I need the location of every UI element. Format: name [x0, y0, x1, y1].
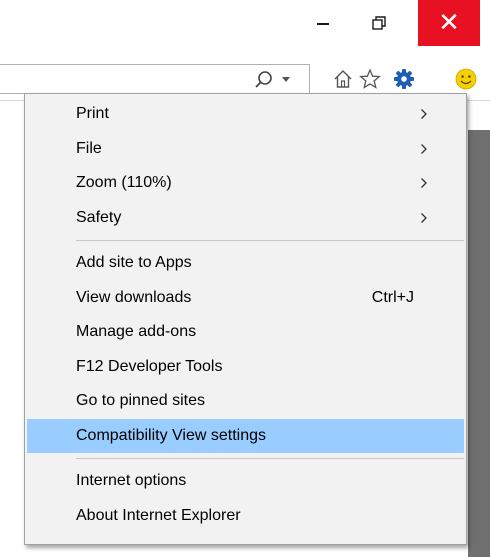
menu-item-file[interactable]: File: [25, 132, 466, 167]
search-dropdown-arrow-icon[interactable]: [282, 77, 290, 82]
minimize-button[interactable]: [295, 0, 351, 46]
home-button[interactable]: [332, 64, 354, 94]
chevron-right-icon: [421, 143, 427, 154]
menu-item-about-internet-explorer[interactable]: About Internet Explorer: [25, 499, 466, 534]
menu-item-developer-tools[interactable]: F12 Developer Tools: [25, 350, 466, 385]
menu-item-label: Zoom (110%): [76, 174, 172, 192]
chevron-right-icon: [421, 178, 427, 189]
close-icon: ✕: [438, 8, 460, 38]
chevron-right-icon: [421, 109, 427, 120]
menu-separator: [76, 458, 464, 459]
menu-item-label: File: [76, 139, 102, 157]
menu-item-label: View downloads: [76, 288, 192, 306]
menu-item-label: Safety: [76, 208, 122, 226]
tools-menu: Print File Zoom (110%) Safety Add site t…: [24, 93, 467, 545]
menu-item-safety[interactable]: Safety: [25, 201, 466, 236]
menu-item-label: Internet options: [76, 472, 187, 490]
title-bar: ✕: [0, 0, 490, 46]
minimize-icon: [317, 23, 329, 25]
favorites-button[interactable]: [358, 64, 382, 94]
chevron-right-icon: [421, 212, 427, 223]
menu-item-pinned-sites[interactable]: Go to pinned sites: [25, 384, 466, 419]
menu-item-internet-options[interactable]: Internet options: [25, 464, 466, 499]
menu-item-label: F12 Developer Tools: [76, 357, 223, 375]
gear-icon: [394, 69, 414, 89]
restore-button[interactable]: [351, 0, 407, 46]
menu-separator: [76, 240, 464, 241]
menu-item-label: Print: [76, 105, 109, 123]
menu-item-manage-add-ons[interactable]: Manage add-ons: [25, 315, 466, 350]
menu-item-compatibility-view-settings[interactable]: Compatibility View settings: [27, 418, 464, 453]
page-dark-region: [468, 130, 490, 557]
menu-item-view-downloads[interactable]: View downloads Ctrl+J: [25, 281, 466, 316]
menu-item-shortcut: Ctrl+J: [371, 288, 414, 306]
address-bar[interactable]: [0, 64, 310, 94]
menu-item-label: Compatibility View settings: [76, 426, 267, 444]
feedback-button[interactable]: [452, 64, 480, 94]
search-icon: [255, 71, 272, 88]
home-icon: [334, 70, 352, 88]
menu-item-print[interactable]: Print: [25, 97, 466, 132]
smiley-icon: [455, 68, 477, 90]
menu-item-label: About Internet Explorer: [76, 506, 241, 524]
menu-item-label: Manage add-ons: [76, 323, 197, 341]
search-button[interactable]: [252, 69, 278, 91]
star-icon: [359, 68, 381, 89]
close-button[interactable]: ✕: [418, 0, 480, 46]
tools-button[interactable]: [390, 64, 418, 94]
menu-item-add-site-to-apps[interactable]: Add site to Apps: [25, 246, 466, 281]
menu-item-label: Add site to Apps: [76, 254, 192, 272]
menu-item-zoom[interactable]: Zoom (110%): [25, 166, 466, 201]
menu-item-label: Go to pinned sites: [76, 392, 205, 410]
restore-icon: [372, 16, 386, 30]
